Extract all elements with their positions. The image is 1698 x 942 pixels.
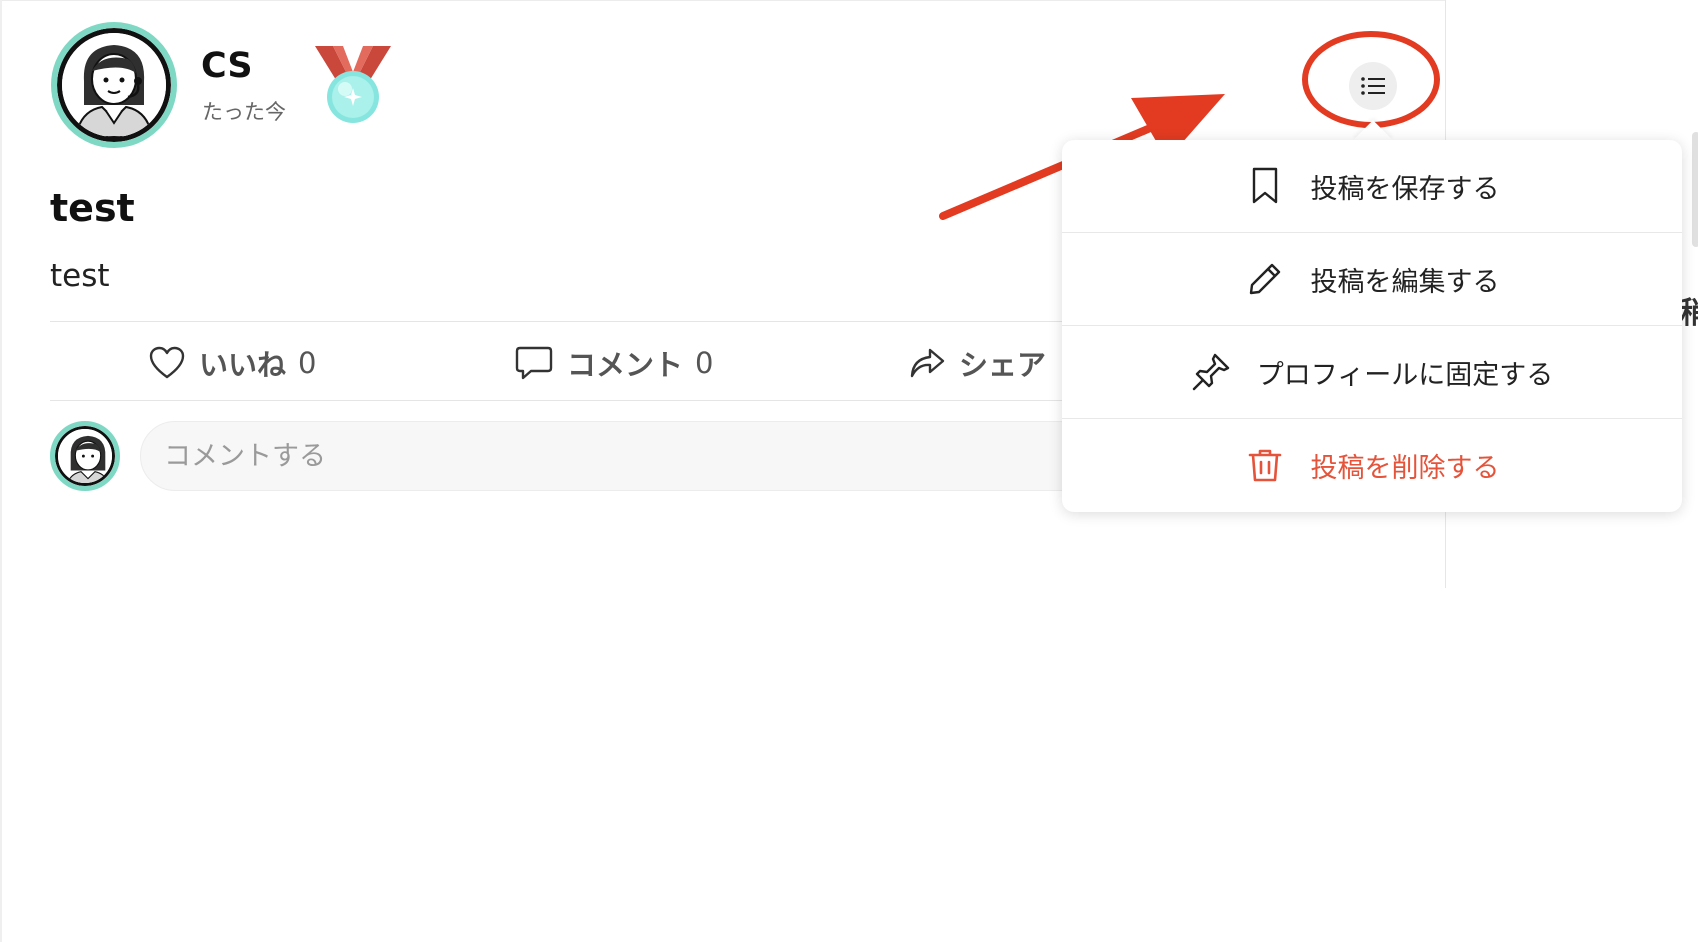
- menu-item-label: 投稿を編集する: [1310, 266, 1500, 298]
- menu-item-label: 投稿を削除する: [1310, 452, 1500, 484]
- menu-item-pin-to-profile[interactable]: プロフィールに固定する: [1062, 326, 1682, 418]
- share-label: シェア: [959, 348, 1047, 382]
- left-border: [0, 0, 2, 942]
- right-panel-text-fragment: 稍: [1680, 296, 1698, 331]
- author-name[interactable]: CS: [201, 46, 253, 86]
- share-arrow-icon: [910, 348, 945, 378]
- pin-icon: [1192, 353, 1229, 391]
- menu-item-label: プロフィールに固定する: [1256, 359, 1554, 391]
- menu-item-edit-post[interactable]: 投稿を編集する: [1062, 233, 1682, 325]
- share-button[interactable]: シェア: [909, 340, 1046, 386]
- post-title: test: [50, 186, 135, 230]
- like-button[interactable]: いいね 0: [149, 340, 316, 386]
- divider: [50, 400, 1070, 401]
- annotation-highlight-circle: [1302, 31, 1440, 128]
- like-label: いいね: [199, 348, 287, 382]
- comment-label: コメント: [567, 348, 684, 382]
- post-options-menu: 投稿を保存する 投稿を編集する プロフィールに固定する 投稿を削除する: [1062, 140, 1682, 512]
- speech-bubble-icon: [515, 346, 553, 380]
- like-count: 0: [298, 346, 317, 380]
- right-panel-scrollbar[interactable]: [1692, 132, 1698, 247]
- author-avatar[interactable]: [51, 22, 177, 148]
- current-user-avatar[interactable]: [50, 421, 120, 491]
- comment-button[interactable]: コメント 0: [515, 340, 713, 386]
- medal-badge-icon: [315, 46, 391, 123]
- divider: [50, 321, 1070, 322]
- post-timestamp: たった今: [202, 100, 286, 124]
- person-avatar-icon: [62, 33, 166, 137]
- menu-item-save-post[interactable]: 投稿を保存する: [1062, 140, 1682, 232]
- trash-icon: [1248, 449, 1281, 482]
- bookmark-icon: [1252, 167, 1277, 204]
- comment-input[interactable]: [140, 421, 1140, 491]
- heart-icon: [149, 346, 185, 379]
- pencil-icon: [1249, 263, 1280, 295]
- comment-count: 0: [695, 346, 714, 380]
- menu-item-delete-post[interactable]: 投稿を削除する: [1062, 419, 1682, 511]
- screen: 稍 CS たった今 test test いいね 0 コメント 0 シェア コメン…: [0, 0, 1698, 942]
- top-border: [0, 0, 1445, 1]
- person-avatar-icon: [58, 429, 112, 483]
- post-body: test: [50, 258, 110, 294]
- menu-item-label: 投稿を保存する: [1310, 173, 1500, 205]
